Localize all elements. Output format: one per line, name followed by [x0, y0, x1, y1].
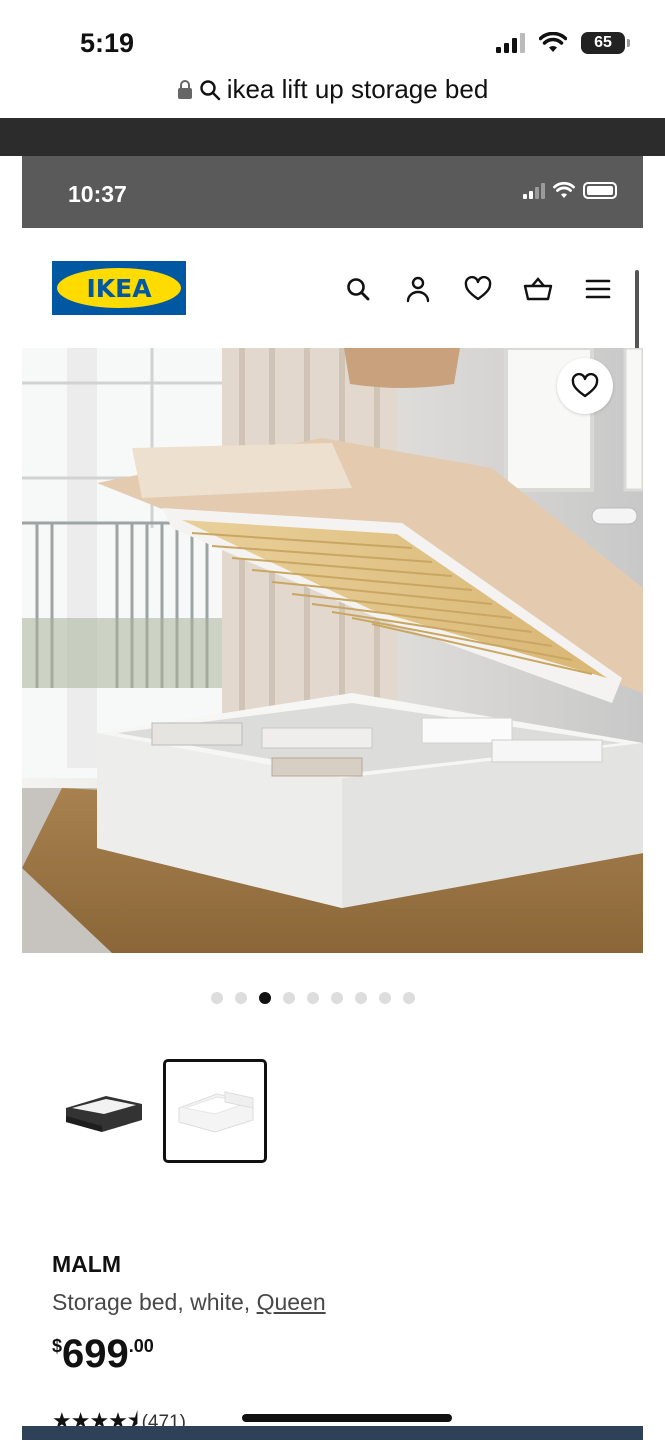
url-text: ikea lift up storage bed [226, 74, 489, 104]
battery-icon: 65 [581, 32, 630, 54]
product-hero-image[interactable] [22, 348, 643, 953]
home-indicator [242, 1414, 452, 1422]
address-bar[interactable]: ikea lift up storage bed [0, 74, 665, 105]
inner-wifi-icon [553, 182, 575, 198]
ikea-logo[interactable]: IKEA [52, 261, 186, 315]
inner-battery-icon [583, 182, 617, 199]
carousel-dot-active[interactable] [258, 992, 271, 1004]
bottom-edge [22, 1426, 643, 1440]
carousel-dots[interactable] [22, 992, 643, 1004]
shopping-bag-icon[interactable] [521, 272, 555, 306]
product-name: MALM [52, 1251, 121, 1277]
search-icon [199, 79, 220, 100]
browser-page-strip [0, 118, 665, 156]
inner-status-icons [523, 182, 617, 199]
cellular-signal-icon [496, 33, 525, 53]
carousel-dot[interactable] [330, 992, 343, 1004]
account-icon[interactable] [401, 272, 435, 306]
carousel-dot[interactable] [210, 992, 223, 1004]
carousel-dot[interactable] [402, 992, 415, 1004]
carousel-dot[interactable] [282, 992, 295, 1004]
carousel-dot[interactable] [306, 992, 319, 1004]
variant-thumbnail-black[interactable] [52, 1059, 156, 1163]
site-header: IKEA [22, 228, 643, 350]
heart-icon [571, 373, 599, 398]
product-description: Storage bed, white, Queen [52, 1289, 326, 1315]
carousel-dot[interactable] [234, 992, 247, 1004]
menu-hamburger-icon[interactable] [581, 272, 615, 306]
outer-status-bar: 5:19 65 [0, 0, 665, 70]
size-link[interactable]: Queen [257, 1289, 326, 1315]
variant-thumbnail-white[interactable] [163, 1059, 267, 1163]
inner-status-time: 10:37 [68, 181, 127, 207]
wishlist-heart-icon[interactable] [461, 272, 495, 306]
inner-status-bar: 10:37 [22, 156, 643, 228]
embedded-screenshot: 10:37 IKEA MALM Storage bed, white, Quee… [22, 156, 643, 1440]
search-icon[interactable] [341, 272, 375, 306]
lock-icon [177, 79, 192, 99]
inner-cellular-icon [523, 182, 545, 199]
header-nav [341, 272, 615, 306]
carousel-dot[interactable] [354, 992, 367, 1004]
carousel-dot[interactable] [378, 992, 391, 1004]
status-icons: 65 [496, 32, 630, 54]
scrollbar[interactable] [635, 270, 639, 350]
wifi-icon [539, 32, 567, 52]
save-favorite-button[interactable] [557, 358, 613, 414]
status-time: 5:19 [80, 28, 135, 58]
product-price: $ 699 .00 [52, 1332, 154, 1376]
